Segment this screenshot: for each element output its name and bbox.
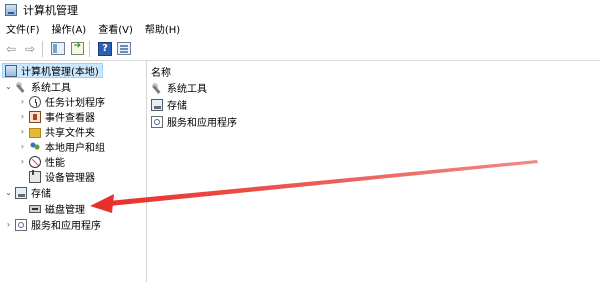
tree-item-label: 设备管理器: [45, 173, 95, 184]
computer-icon: [5, 64, 17, 77]
tree-item-label: 计算机管理(本地): [21, 67, 99, 78]
forward-button[interactable]: ⇨: [22, 41, 38, 57]
show-hide-tree-button[interactable]: [50, 41, 66, 57]
tree-item-label: 事件查看器: [45, 113, 95, 124]
shared-folder-icon: [29, 127, 41, 138]
menu-action[interactable]: 操作(A): [46, 21, 93, 36]
storage-icon: [151, 98, 163, 111]
chevron-right-icon[interactable]: ›: [4, 220, 13, 229]
results-pane: 名称 系统工具 存储 服务和应用程序: [147, 61, 600, 282]
storage-icon: [15, 186, 27, 199]
tree-item-shared-folders[interactable]: › 共享文件夹: [18, 124, 95, 139]
disk-icon: [29, 204, 41, 213]
list-item-label: 系统工具: [167, 84, 207, 95]
console-tree: 计算机管理(本地) ⌄ 系统工具 › 任务计划程序 › 事件查看器 › 共享文件…: [0, 61, 147, 282]
list-item-label: 服务和应用程序: [167, 118, 237, 129]
menu-bar: 文件(F) 操作(A) 查看(V) 帮助(H): [0, 20, 600, 37]
back-button[interactable]: ⇦: [3, 41, 19, 57]
help-button[interactable]: ?: [97, 41, 113, 57]
chevron-right-icon[interactable]: ›: [18, 142, 27, 151]
tree-item-performance[interactable]: › 性能: [18, 154, 65, 169]
chevron-down-icon[interactable]: ⌄: [4, 82, 13, 91]
tree-item-label: 性能: [45, 158, 65, 169]
tree-item-task-scheduler[interactable]: › 任务计划程序: [18, 94, 105, 109]
services-icon: [151, 115, 163, 128]
tree-item-system-tools[interactable]: ⌄ 系统工具: [4, 79, 71, 94]
menu-help[interactable]: 帮助(H): [139, 21, 186, 36]
chevron-right-icon[interactable]: ›: [18, 97, 27, 106]
chevron-right-icon[interactable]: ›: [18, 127, 27, 136]
tree-item-device-manager[interactable]: 设备管理器: [29, 169, 95, 184]
clock-icon: [29, 95, 41, 108]
export-icon: [70, 41, 84, 55]
tree-item-label: 本地用户和组: [45, 143, 105, 154]
tree-item-services-apps[interactable]: › 服务和应用程序: [4, 217, 101, 232]
chevron-down-icon[interactable]: ⌄: [4, 188, 13, 197]
help-icon: ?: [98, 41, 112, 56]
tree-item-storage[interactable]: ⌄ 存储: [4, 185, 51, 200]
chevron-right-icon[interactable]: ›: [18, 112, 27, 121]
users-icon: [29, 140, 41, 153]
toolbar: ⇦ ⇨ ?: [0, 37, 600, 61]
device-manager-icon: [29, 169, 41, 183]
console-tree-icon: [51, 42, 65, 55]
menu-view[interactable]: 查看(V): [92, 21, 139, 36]
tree-item-label: 存储: [31, 189, 51, 200]
services-icon: [15, 218, 27, 231]
show-action-pane-button[interactable]: [116, 41, 132, 57]
tree-item-label: 服务和应用程序: [31, 221, 101, 232]
export-list-button[interactable]: [69, 41, 85, 57]
column-header-name[interactable]: 名称: [151, 64, 171, 79]
window-title: 计算机管理: [23, 4, 78, 17]
menu-file[interactable]: 文件(F): [0, 21, 46, 36]
list-item[interactable]: 存储: [151, 97, 187, 112]
tree-item-label: 任务计划程序: [45, 98, 105, 109]
tools-icon: [151, 81, 163, 94]
list-item-label: 存储: [167, 101, 187, 112]
action-pane-icon: [117, 42, 131, 55]
tree-item-label: 磁盘管理: [45, 205, 85, 216]
tree-item-root[interactable]: 计算机管理(本地): [2, 63, 103, 78]
title-bar: 计算机管理: [0, 0, 600, 20]
forward-arrow-icon: ⇨: [24, 41, 36, 56]
list-item[interactable]: 系统工具: [151, 80, 207, 95]
tools-icon: [15, 80, 27, 93]
tree-item-disk-management[interactable]: 磁盘管理: [29, 201, 85, 216]
toolbar-divider: [42, 40, 43, 57]
toolbar-divider: [89, 40, 90, 57]
event-log-icon: [29, 110, 41, 123]
tree-item-event-viewer[interactable]: › 事件查看器: [18, 109, 95, 124]
back-arrow-icon: ⇦: [5, 41, 17, 56]
performance-icon: [29, 155, 41, 168]
list-item[interactable]: 服务和应用程序: [151, 114, 237, 129]
chevron-right-icon[interactable]: ›: [18, 157, 27, 166]
tree-item-label: 系统工具: [31, 83, 71, 94]
tree-item-label: 共享文件夹: [45, 128, 95, 139]
tree-item-local-users[interactable]: › 本地用户和组: [18, 139, 105, 154]
computer-management-icon: [5, 4, 17, 16]
